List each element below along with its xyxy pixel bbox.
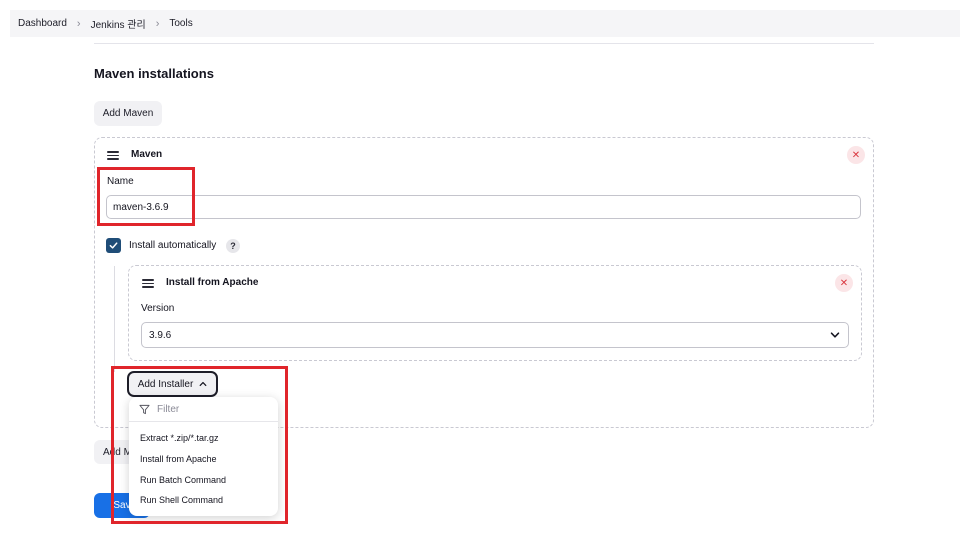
chevron-down-icon [830,332,840,338]
version-select[interactable]: 3.9.6 [141,322,849,348]
section-title: Maven installations [94,66,214,81]
version-label: Version [141,303,175,314]
nested-divider [114,266,115,372]
drag-handle-icon[interactable] [142,279,154,288]
breadcrumb: Dashboard › Jenkins 관리 › Tools [10,10,960,37]
version-selected-value: 3.9.6 [149,329,172,341]
add-maven-button[interactable]: Add Maven [94,101,162,126]
close-icon[interactable]: ✕ [847,146,865,164]
breadcrumb-item-tools[interactable]: Tools [165,18,196,29]
drag-handle-icon[interactable] [107,151,119,160]
install-automatically-label: Install automatically [129,240,217,251]
highlight-annotation-name [97,167,195,226]
highlight-annotation-installer [111,366,288,524]
installer-card-title: Install from Apache [166,277,259,288]
install-automatically-checkbox[interactable] [106,238,121,253]
breadcrumb-item-jenkins-manage[interactable]: Jenkins 관리 [87,16,150,31]
maven-card-title: Maven [131,149,163,160]
breadcrumb-separator-icon: › [76,17,81,30]
close-icon[interactable]: ✕ [835,274,853,292]
help-icon[interactable]: ? [226,239,240,253]
divider [94,43,874,44]
checkmark-icon [109,242,118,249]
name-field[interactable] [106,195,861,219]
breadcrumb-item-dashboard[interactable]: Dashboard [14,18,71,29]
breadcrumb-separator-icon: › [155,17,160,30]
